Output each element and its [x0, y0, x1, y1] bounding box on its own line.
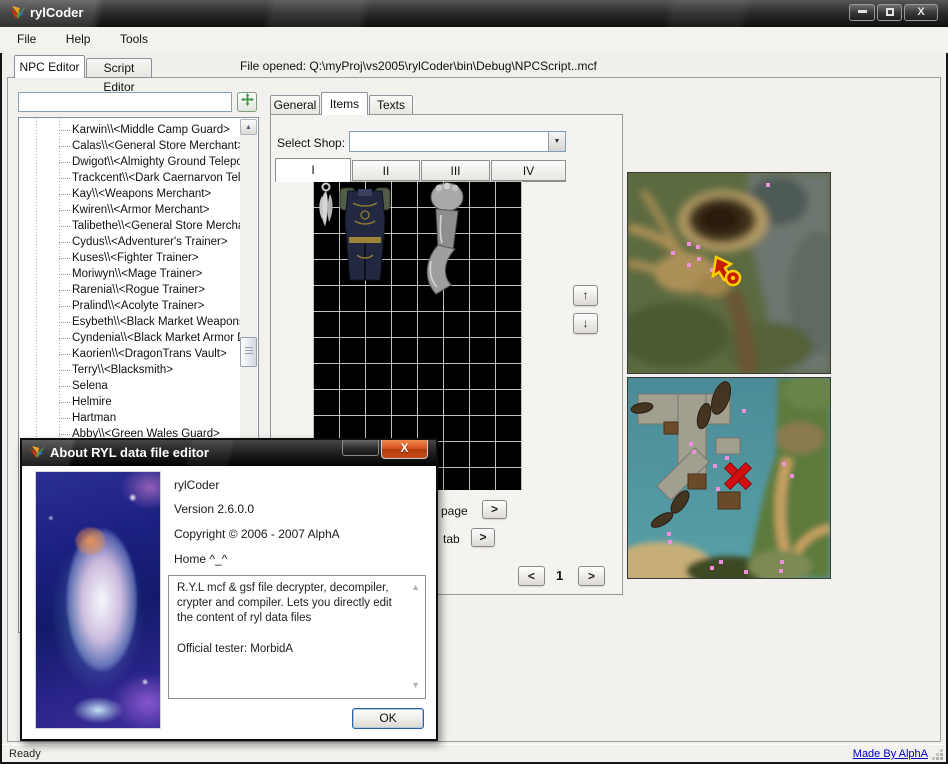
tree-item[interactable]: Moriwyn\\<Mage Trainer> — [19, 266, 240, 282]
prev-page-button[interactable]: < — [518, 566, 545, 586]
tree-item[interactable]: Cyndenia\\<Black Market Armor De — [19, 330, 240, 346]
move-down-button[interactable]: ↓ — [573, 313, 598, 334]
tab-script-editor[interactable]: Script Editor — [86, 58, 152, 78]
tree-item[interactable]: Pralind\\<Acolyte Trainer> — [19, 298, 240, 314]
status-bar: Ready Made By AlphA — [2, 744, 946, 762]
tree-item[interactable]: Kuses\\<Fighter Trainer> — [19, 250, 240, 266]
npc-search-input[interactable] — [18, 92, 232, 112]
dialog-secondary-button[interactable] — [342, 440, 379, 456]
tree-item[interactable]: Karwin\\<Middle Camp Guard> — [19, 122, 240, 138]
shop-combobox[interactable]: ▼ — [349, 131, 566, 152]
shop-tab-3[interactable]: III — [421, 160, 490, 181]
tree-item[interactable]: Talibethe\\<General Store Merchan — [19, 218, 240, 234]
search-button[interactable] — [237, 92, 257, 112]
item-armor[interactable] — [339, 181, 391, 285]
about-copyright: Copyright © 2006 - 2007 AlphA — [174, 527, 340, 541]
maximize-icon — [886, 8, 894, 16]
app-logo-icon — [9, 5, 27, 21]
tree-item[interactable]: Selena — [19, 378, 240, 394]
file-opened-label: File opened: Q:\myProj\vs2005\rylCoder\b… — [240, 59, 597, 73]
tree-item[interactable]: Kaorien\\<DragonTrans Vault> — [19, 346, 240, 362]
minimize-button[interactable] — [849, 4, 875, 21]
window-title: rylCoder — [30, 5, 83, 20]
item-wing[interactable] — [313, 181, 339, 233]
copy-tab-button[interactable]: > — [471, 528, 495, 547]
close-icon: X — [917, 6, 924, 18]
tree-item[interactable]: Dwigot\\<Almighty Ground Teleport — [19, 154, 240, 170]
resize-grip[interactable] — [931, 748, 943, 760]
tab-npc-editor[interactable]: NPC Editor — [14, 55, 85, 78]
tree-item[interactable]: Terry\\<Blacksmith> — [19, 362, 240, 378]
dialog-close-button[interactable]: X — [381, 440, 428, 459]
dropdown-button[interactable]: ▼ — [548, 132, 565, 151]
tree-item[interactable]: Cydus\\<Adventurer's Trainer> — [19, 234, 240, 250]
menu-help[interactable]: Help — [57, 27, 100, 51]
scroll-up-icon: ▲ — [245, 124, 252, 131]
copy-page-button[interactable]: > — [482, 500, 507, 519]
close-icon: X — [400, 441, 408, 455]
tree-item[interactable]: Esybeth\\<Black Market Weapons I — [19, 314, 240, 330]
page-number: 1 — [556, 568, 563, 583]
tree-item[interactable]: Calas\\<General Store Merchant> — [19, 138, 240, 154]
app-logo-icon — [29, 445, 46, 460]
tab-items[interactable]: Items — [321, 92, 368, 115]
app-window: rylCoder X File Help Tools NPC Editor Sc… — [0, 0, 948, 764]
about-description-text: R.Y.L mcf & gsf file decrypter, decompil… — [177, 582, 395, 655]
tab-texts[interactable]: Texts — [369, 95, 413, 115]
scroll-up-icon[interactable]: ▲ — [411, 582, 420, 594]
about-version: Version 2.6.0.0 — [174, 502, 254, 516]
move-up-button[interactable]: ↑ — [573, 285, 598, 306]
about-app-name: rylCoder — [174, 478, 219, 492]
minimize-icon — [858, 10, 867, 13]
tree-item[interactable]: Helmire — [19, 394, 240, 410]
npc-tree-rows: Karwin\\<Middle Camp Guard> Calas\\<Gene… — [19, 122, 240, 442]
shop-tab-strip: I II III IV — [275, 158, 566, 182]
credit-link[interactable]: Made By AlphA — [853, 748, 928, 760]
menu-bar: File Help Tools — [0, 27, 948, 53]
status-text: Ready — [9, 748, 41, 760]
copy-page-label: page — [441, 504, 468, 518]
about-dialog: About RYL data file editor X rylCoder Ve… — [20, 438, 438, 741]
maximize-button[interactable] — [877, 4, 902, 21]
about-dialog-title: About RYL data file editor — [50, 445, 209, 460]
scroll-up-button[interactable]: ▲ — [240, 119, 257, 135]
shop-tab-1[interactable]: I — [275, 158, 351, 182]
shop-tab-2[interactable]: II — [352, 160, 420, 181]
chevron-down-icon: ▼ — [554, 138, 561, 145]
item-gauntlet[interactable] — [417, 181, 469, 303]
title-bar[interactable]: rylCoder X — [0, 0, 948, 27]
tab-general[interactable]: General — [270, 95, 320, 115]
select-shop-label: Select Shop: — [277, 136, 345, 150]
tree-item[interactable]: Kay\\<Weapons Merchant> — [19, 186, 240, 202]
menu-file[interactable]: File — [8, 27, 45, 51]
close-button[interactable]: X — [904, 4, 938, 21]
world-map-top[interactable] — [628, 173, 830, 373]
ok-button[interactable]: OK — [352, 708, 424, 729]
tree-item[interactable]: Rarenia\\<Rogue Trainer> — [19, 282, 240, 298]
next-page-button[interactable]: > — [578, 566, 605, 586]
tree-item[interactable]: Kwiren\\<Armor Merchant> — [19, 202, 240, 218]
about-home-link[interactable]: Home ^_^ — [174, 552, 227, 566]
about-artwork — [35, 471, 161, 729]
about-description-box[interactable]: R.Y.L mcf & gsf file decrypter, decompil… — [168, 575, 426, 699]
menu-tools[interactable]: Tools — [111, 27, 157, 51]
tree-item[interactable]: Hartman — [19, 410, 240, 426]
scroll-down-icon[interactable]: ▼ — [411, 680, 420, 692]
copy-tab-label: tab — [443, 532, 460, 546]
green-cross-icon — [241, 93, 254, 106]
world-map-bottom[interactable] — [628, 378, 830, 578]
shop-tab-4[interactable]: IV — [491, 160, 566, 181]
tree-item[interactable]: Trackcent\\<Dark Caernarvon Tele — [19, 170, 240, 186]
scrollbar-thumb[interactable] — [240, 337, 257, 367]
